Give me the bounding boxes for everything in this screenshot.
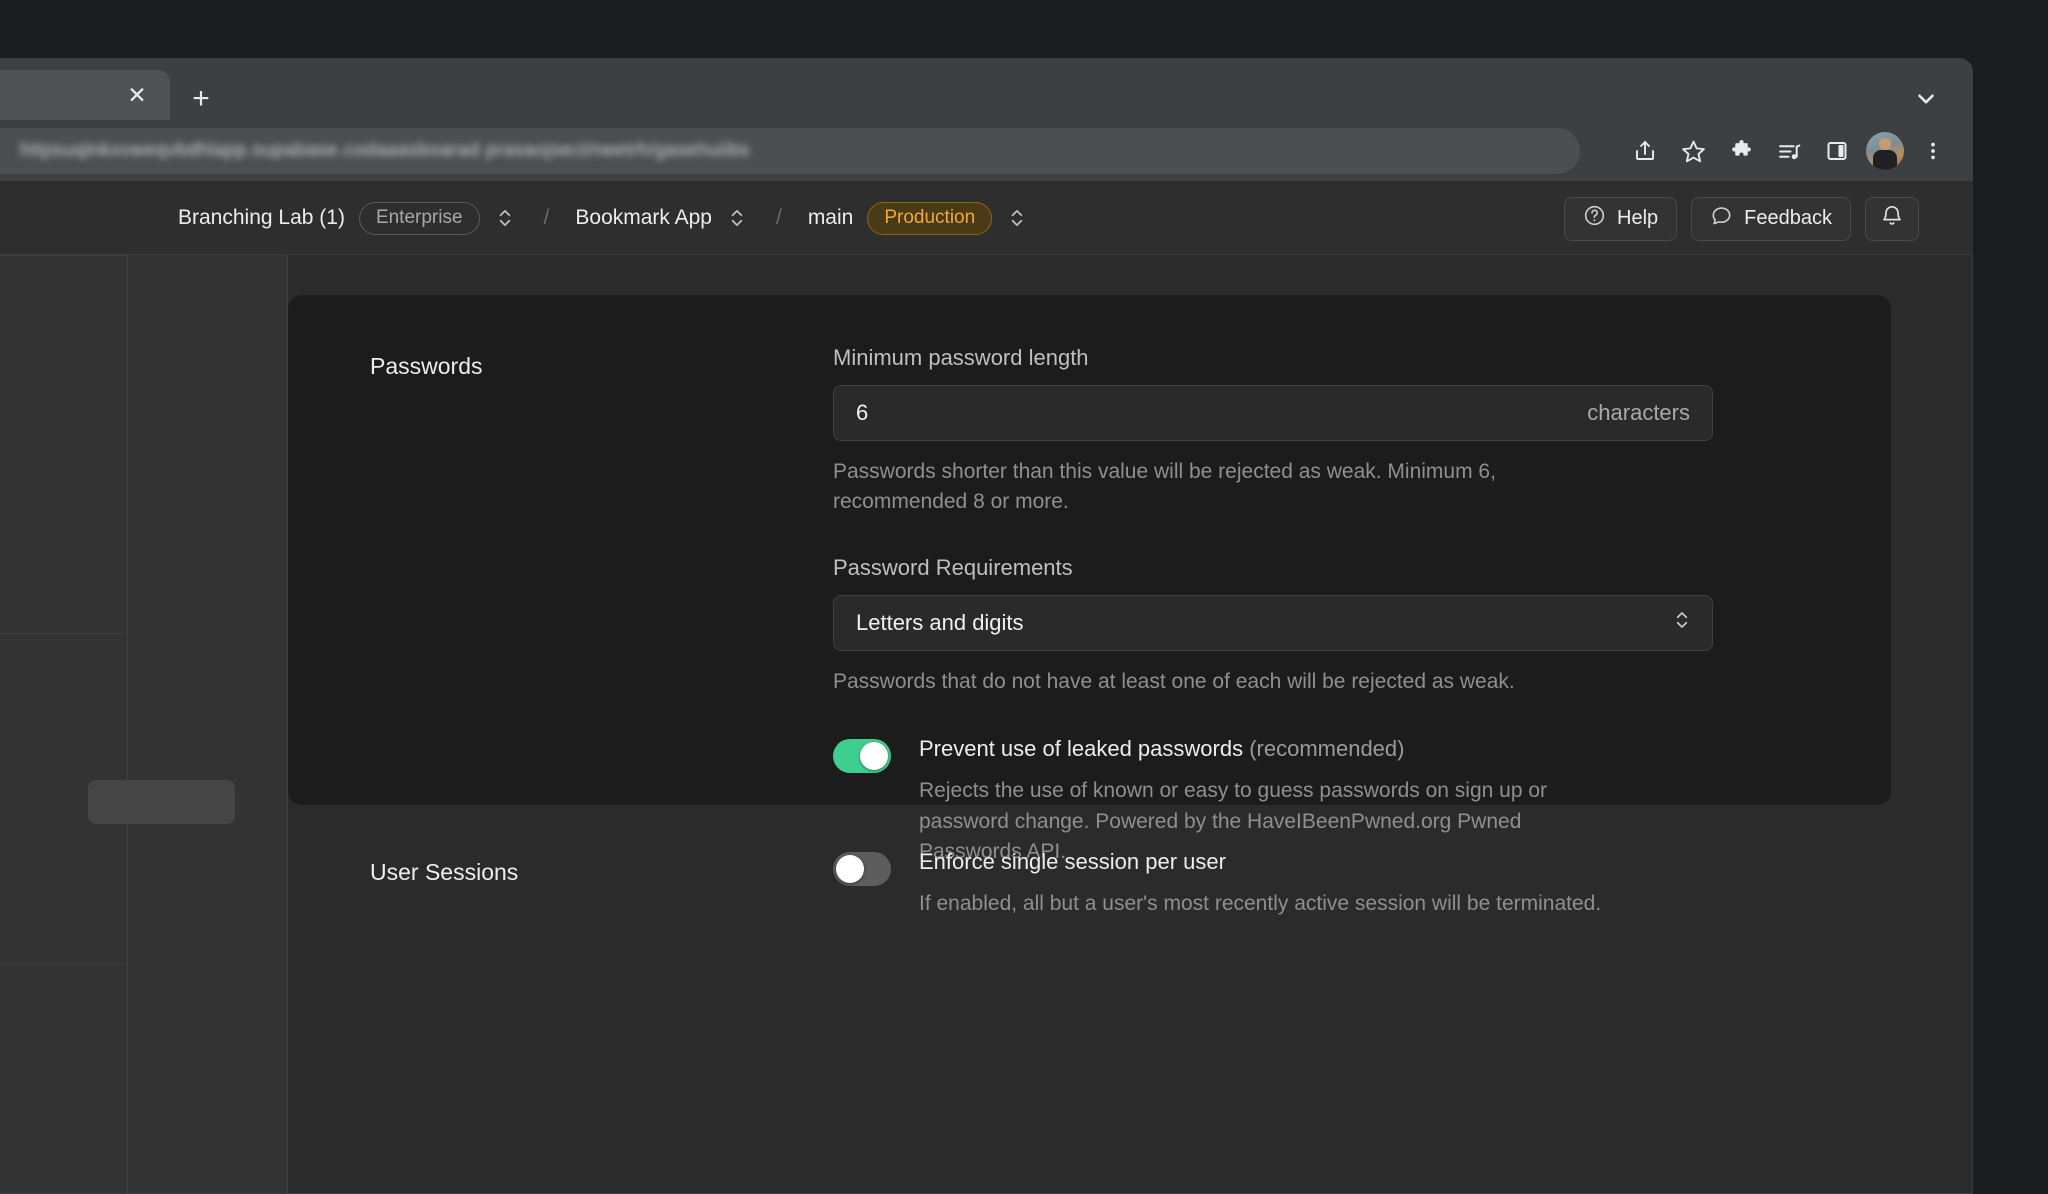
chat-bubble-icon [1710, 204, 1733, 233]
min-password-length-suffix: characters [1587, 400, 1690, 426]
passwords-section-title: Passwords [370, 353, 482, 380]
password-requirements-value: Letters and digits [856, 610, 1024, 636]
help-button[interactable]: Help [1564, 197, 1677, 241]
extensions-puzzle-icon[interactable] [1719, 129, 1763, 173]
page-viewport: Branching Lab (1) Enterprise / Bookmark … [0, 182, 1973, 1193]
passwords-card: Passwords Minimum password length 6 char… [288, 295, 1891, 805]
min-password-length-input[interactable]: 6 characters [833, 385, 1713, 441]
password-requirements-helper: Passwords that do not have at least one … [833, 667, 1623, 697]
prevent-leaked-passwords-label-suffix: (recommended) [1249, 736, 1404, 761]
chevron-updown-icon[interactable] [492, 206, 518, 230]
enforce-single-session-label: Enforce single session per user [919, 849, 1601, 875]
single-session-row: Enforce single session per user If enabl… [833, 849, 1713, 919]
prevent-leaked-passwords-label: Prevent use of leaked passwords (recomme… [919, 736, 1619, 762]
bell-icon [1880, 204, 1904, 234]
close-icon[interactable]: ✕ [122, 80, 152, 110]
breadcrumb-separator-1: / [544, 206, 550, 230]
environment-badge[interactable]: Production [867, 202, 992, 235]
min-password-length-value: 6 [856, 400, 868, 426]
breadcrumb-org[interactable]: Branching Lab (1) [178, 206, 345, 230]
toggle-knob [860, 742, 888, 770]
chevron-updown-icon[interactable] [724, 206, 750, 230]
breadcrumb-branch[interactable]: main [808, 206, 854, 230]
address-bar[interactable]: httpsuqlnkxvweqvbdhlapp.supabase.codaaas… [0, 128, 1580, 174]
help-label: Help [1617, 207, 1658, 230]
chevron-updown-icon[interactable] [1004, 206, 1030, 230]
breadcrumb-project[interactable]: Bookmark App [575, 206, 712, 230]
user-sessions-section-title: User Sessions [370, 859, 518, 886]
topbar-actions: Help Feedback [1564, 182, 1919, 255]
plus-icon[interactable]: + [182, 80, 220, 118]
min-password-length-field: Minimum password length 6 characters Pas… [833, 345, 1713, 517]
share-icon[interactable] [1623, 129, 1667, 173]
icon-rail [0, 255, 128, 1193]
chevron-updown-icon [1672, 607, 1692, 638]
media-playlist-icon[interactable] [1767, 129, 1811, 173]
min-password-length-helper: Passwords shorter than this value will b… [833, 457, 1623, 517]
side-panel-icon[interactable] [1815, 129, 1859, 173]
feedback-button[interactable]: Feedback [1691, 197, 1851, 241]
avatar [1866, 132, 1904, 170]
browser-window: e ✕ + httpsuqlnkxvweqvbdhlapp.supabase.c… [0, 58, 1973, 1194]
browser-toolbar: httpsuqlnkxvweqvbdhlapp.supabase.codaaas… [0, 120, 1973, 182]
breadcrumb: Branching Lab (1) Enterprise / Bookmark … [178, 202, 1030, 235]
prevent-leaked-passwords-toggle[interactable] [833, 739, 891, 773]
question-circle-icon [1583, 204, 1606, 233]
plan-badge[interactable]: Enterprise [359, 202, 480, 235]
sidebar-item-selected[interactable] [88, 780, 235, 824]
enforce-single-session-toggle[interactable] [833, 852, 891, 886]
password-requirements-select[interactable]: Letters and digits [833, 595, 1713, 651]
breadcrumb-separator-2: / [776, 206, 782, 230]
three-dot-menu-icon[interactable] [1911, 129, 1955, 173]
password-requirements-field: Password Requirements Letters and digits… [833, 555, 1713, 697]
profile-avatar[interactable] [1863, 129, 1907, 173]
settings-sidebar [128, 255, 288, 1193]
bookmark-star-icon[interactable] [1671, 129, 1715, 173]
browser-tab-strip: e ✕ + [0, 58, 1973, 120]
password-requirements-label: Password Requirements [833, 555, 1713, 581]
toggle-knob [836, 855, 864, 883]
passwords-fields: Minimum password length 6 characters Pas… [833, 345, 1713, 868]
user-sessions-fields: Enforce single session per user If enabl… [833, 849, 1713, 919]
prevent-leaked-passwords-label-main: Prevent use of leaked passwords [919, 736, 1243, 761]
url-text: httpsuqlnkxvweqvbdhlapp.supabase.codaaas… [20, 140, 750, 162]
chevron-down-icon[interactable] [1907, 80, 1945, 118]
enforce-single-session-description: If enabled, all but a user's most recent… [919, 889, 1601, 919]
notifications-button[interactable] [1865, 197, 1919, 241]
desktop-background: e ✕ + httpsuqlnkxvweqvbdhlapp.supabase.c… [0, 0, 2048, 1194]
toolbar-actions [1623, 120, 1955, 182]
app-topbar: Branching Lab (1) Enterprise / Bookmark … [0, 182, 1973, 255]
browser-tab[interactable]: e ✕ [0, 70, 170, 120]
app-body: Passwords Minimum password length 6 char… [0, 255, 1973, 1193]
content-right-edge [1972, 255, 1973, 1193]
settings-content: Passwords Minimum password length 6 char… [288, 255, 1973, 1193]
min-password-length-label: Minimum password length [833, 345, 1713, 371]
feedback-label: Feedback [1744, 207, 1832, 230]
